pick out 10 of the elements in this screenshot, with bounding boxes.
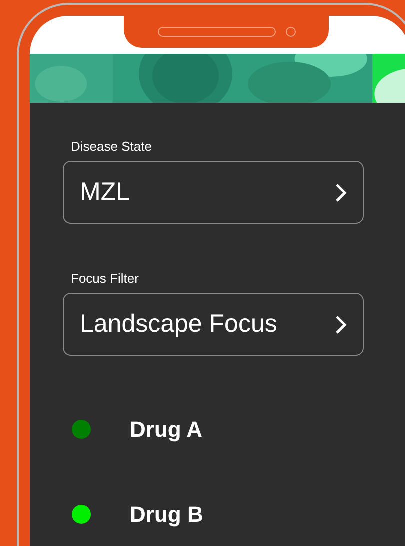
camera-icon	[286, 27, 296, 37]
legend-label: Drug B	[130, 501, 204, 529]
field-label: Disease State	[71, 139, 153, 155]
field-label: Focus Filter	[71, 271, 140, 287]
chevron-right-icon	[335, 314, 347, 334]
select-field[interactable]: MZL	[63, 161, 364, 224]
legend-label: Drug A	[130, 416, 203, 444]
chevron-right-icon	[335, 182, 347, 202]
speaker-icon	[158, 27, 276, 37]
select-field[interactable]: Landscape Focus	[63, 293, 364, 356]
